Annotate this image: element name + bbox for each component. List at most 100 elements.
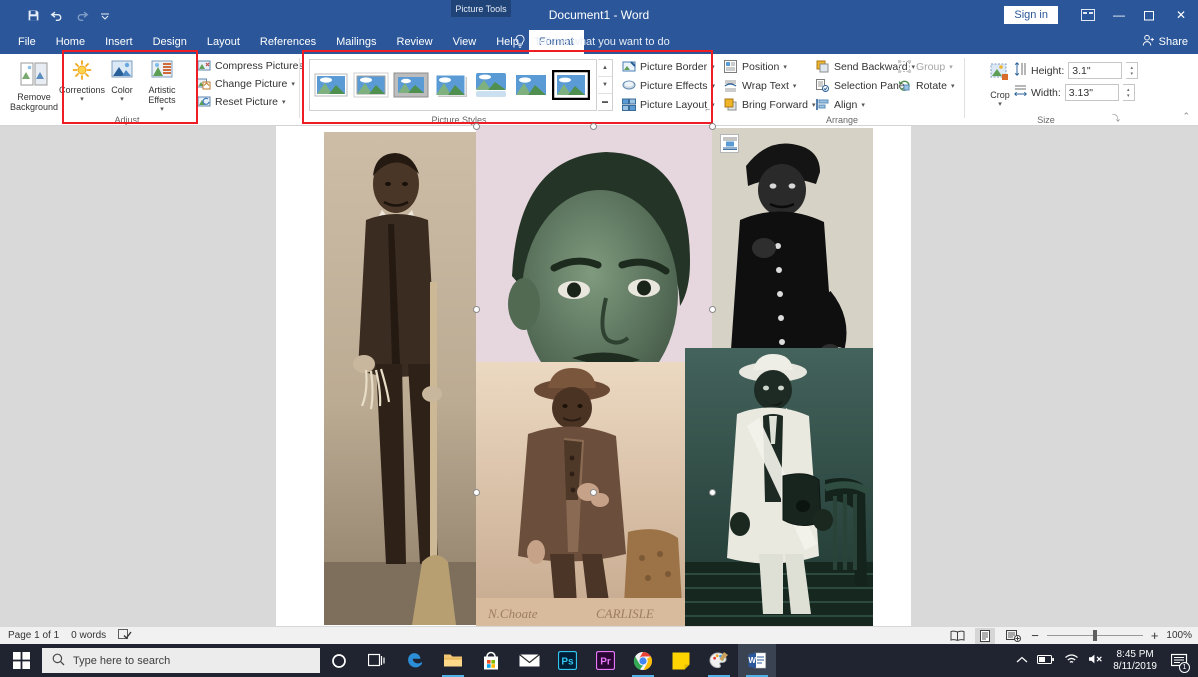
tab-design[interactable]: Design	[143, 30, 197, 54]
style-thumb-simple-frame-white[interactable]	[312, 70, 350, 100]
proofing-errors-icon[interactable]	[118, 628, 132, 643]
rotate-button[interactable]: Rotate ▾	[898, 77, 954, 94]
taskbar-app-paint-3d[interactable]	[700, 644, 738, 677]
show-hidden-icons-button[interactable]	[1016, 652, 1028, 670]
picture-styles-dialog-launcher[interactable]: ⌐	[705, 105, 710, 114]
collapse-ribbon-button[interactable]: ⌃	[1182, 111, 1190, 122]
bring-forward-button[interactable]: Bring Forward ▾	[724, 96, 815, 113]
gallery-scroll-down-button[interactable]: ▼	[598, 77, 612, 94]
close-button[interactable]: ✕	[1164, 0, 1198, 30]
color-caret-icon[interactable]: ▾	[120, 95, 124, 105]
selection-handle-bottom-right[interactable]	[709, 489, 716, 496]
gallery-scroll-up-button[interactable]: ▲	[598, 60, 612, 77]
align-button[interactable]: Align ▾	[816, 96, 915, 113]
page-indicator[interactable]: Page 1 of 1	[8, 630, 59, 641]
taskbar-app-chrome[interactable]	[624, 644, 662, 677]
taskbar-app-edge[interactable]	[396, 644, 434, 677]
zoom-in-button[interactable]: +	[1151, 628, 1159, 643]
document-page[interactable]: N.Choate CARLISLE	[276, 123, 911, 626]
task-view-icon[interactable]	[358, 644, 396, 677]
selection-handle-middle-left[interactable]	[473, 306, 480, 313]
position-button[interactable]: Position ▾	[724, 58, 815, 75]
zoom-slider-thumb[interactable]	[1092, 630, 1097, 641]
tab-review[interactable]: Review	[387, 30, 443, 54]
zoom-level-label[interactable]: 100%	[1166, 630, 1192, 641]
rotate-caret-icon[interactable]: ▾	[951, 82, 955, 90]
share-button[interactable]: Share	[1142, 30, 1188, 54]
width-stepper[interactable]: ▴ ▾	[1122, 84, 1135, 101]
view-print-layout-button[interactable]	[975, 627, 996, 644]
height-input[interactable]: 3.1"	[1068, 62, 1123, 79]
crop-caret-icon[interactable]: ▾	[998, 100, 1002, 110]
picture-border-button[interactable]: Picture Border ▾	[622, 58, 715, 75]
tab-references[interactable]: References	[250, 30, 326, 54]
selection-handle-top-right[interactable]	[709, 123, 716, 130]
height-stepper[interactable]: ▴ ▾	[1126, 62, 1139, 79]
artistic-effects-button[interactable]: Artistic Effects ▾	[142, 59, 182, 115]
reset-picture-caret-icon[interactable]: ▾	[282, 98, 286, 106]
align-caret-icon[interactable]: ▾	[861, 101, 865, 109]
selection-handle-top-left[interactable]	[473, 123, 480, 130]
taskbar-app-file-explorer[interactable]	[434, 644, 472, 677]
taskbar-app-microsoft-store[interactable]	[472, 644, 510, 677]
bring-forward-caret-icon[interactable]: ▾	[812, 101, 816, 109]
wrap-text-button[interactable]: Wrap Text ▾	[724, 77, 815, 94]
tab-home[interactable]: Home	[46, 30, 95, 54]
view-read-mode-button[interactable]	[947, 628, 967, 644]
picture-styles-gallery[interactable]	[309, 59, 597, 111]
wrap-text-caret-icon[interactable]: ▾	[793, 82, 797, 90]
selection-handle-middle-right[interactable]	[709, 306, 716, 313]
cortana-icon[interactable]	[320, 644, 358, 677]
volume-muted-icon[interactable]	[1088, 652, 1104, 670]
remove-background-button[interactable]: Remove Background	[6, 58, 62, 112]
taskbar-app-photoshop[interactable]: Ps	[548, 644, 586, 677]
position-caret-icon[interactable]: ▾	[783, 63, 787, 71]
compress-pictures-button[interactable]: Compress Pictures	[197, 57, 304, 74]
artistic-effects-caret-icon[interactable]: ▾	[160, 105, 164, 115]
zoom-out-button[interactable]: −	[1031, 628, 1039, 643]
view-web-layout-button[interactable]	[1003, 628, 1023, 644]
reset-picture-button[interactable]: Reset Picture ▾	[197, 93, 304, 110]
ribbon-display-options-icon[interactable]	[1072, 0, 1104, 30]
photo-portrait-man-with-broom[interactable]	[324, 132, 476, 625]
color-button[interactable]: Color ▾	[102, 59, 142, 105]
tab-mailings[interactable]: Mailings	[326, 30, 386, 54]
style-thumb-soft-edge-rectangle[interactable]	[512, 70, 550, 100]
selection-handle-top-center[interactable]	[590, 123, 597, 130]
corrections-button[interactable]: Corrections ▾	[59, 59, 105, 105]
taskbar-clock[interactable]: 8:45 PM 8/11/2019	[1113, 649, 1157, 673]
tab-layout[interactable]: Layout	[197, 30, 250, 54]
minimize-button[interactable]: —	[1104, 0, 1134, 30]
selection-handle-bottom-left[interactable]	[473, 489, 480, 496]
zoom-slider[interactable]	[1046, 629, 1143, 643]
group-caret-icon[interactable]: ▾	[949, 63, 953, 71]
sign-in-button[interactable]: Sign in	[1004, 6, 1058, 24]
tab-insert[interactable]: Insert	[95, 30, 143, 54]
word-count[interactable]: 0 words	[71, 630, 106, 641]
layout-options-button[interactable]	[720, 134, 739, 153]
picture-layout-button[interactable]: Picture Layout ▾	[622, 96, 715, 113]
taskbar-app-word[interactable]: W	[738, 644, 776, 677]
selection-handle-bottom-center[interactable]	[590, 489, 597, 496]
style-thumb-beveled-matte-white[interactable]	[352, 70, 390, 100]
taskbar-app-sticky-notes[interactable]	[662, 644, 700, 677]
change-picture-button[interactable]: Change Picture ▾	[197, 75, 304, 92]
width-input[interactable]: 3.13"	[1064, 84, 1119, 101]
maximize-button[interactable]	[1134, 0, 1164, 30]
photo-portrait-man-with-chair-teal[interactable]	[685, 348, 873, 626]
style-thumb-drop-shadow-rectangle[interactable]	[432, 70, 470, 100]
windows-start-icon[interactable]	[0, 644, 42, 677]
picture-effects-button[interactable]: Picture Effects ▾	[622, 77, 715, 94]
photo-portrait-young-man-hat-sepia[interactable]: N.Choate CARLISLE	[476, 362, 685, 626]
style-thumb-thick-matte-black[interactable]	[552, 70, 590, 100]
tab-view[interactable]: View	[443, 30, 487, 54]
taskbar-app-premiere-pro[interactable]: Pr	[586, 644, 624, 677]
wifi-icon[interactable]	[1064, 652, 1079, 670]
change-picture-caret-icon[interactable]: ▾	[291, 80, 295, 88]
search-input[interactable]: Type here to search	[42, 648, 320, 673]
style-thumb-metal-frame[interactable]	[392, 70, 430, 100]
battery-icon[interactable]	[1037, 652, 1055, 670]
corrections-caret-icon[interactable]: ▾	[80, 95, 84, 105]
tell-me-box[interactable]: Tell me what you want to do	[514, 30, 670, 54]
taskbar-app-mail[interactable]	[510, 644, 548, 677]
